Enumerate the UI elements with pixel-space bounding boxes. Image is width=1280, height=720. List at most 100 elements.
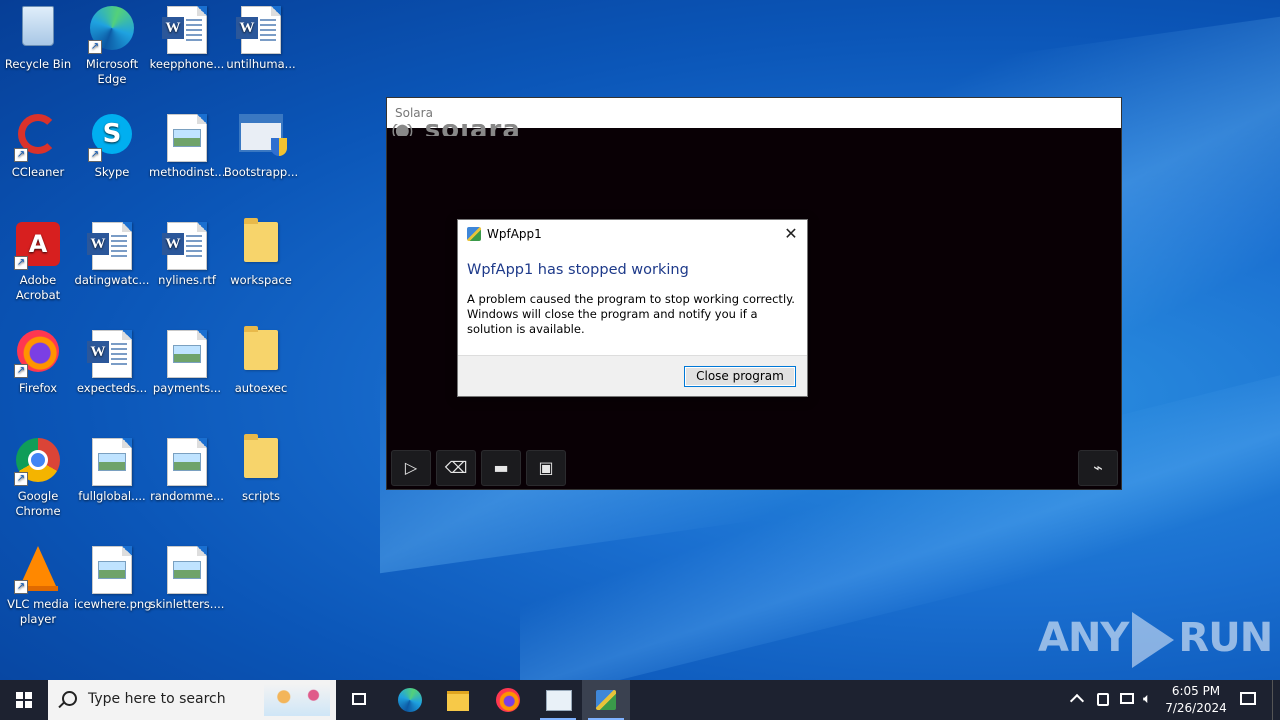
desktop-icon-word-doc[interactable]: W nylines.rtf [149, 216, 225, 288]
installer-shield-icon [237, 114, 287, 162]
desktop-icon-image-file[interactable]: methodinst... [149, 108, 225, 180]
clear-button[interactable]: ⌫ [436, 450, 476, 486]
desktop-icon-label: Adobe Acrobat [15, 273, 61, 302]
clock-date: 7/26/2024 [1165, 701, 1227, 715]
app-icon [467, 227, 481, 241]
desktop-icon-word-doc[interactable]: W untilhuma... [223, 0, 299, 72]
desktop-icon-folder[interactable]: scripts [223, 432, 299, 504]
desktop-icon-label: Recycle Bin [4, 57, 72, 71]
desktop-icon-label: Bootstrapp... [223, 165, 299, 179]
desktop-icon-google-chrome[interactable]: ↗ Google Chrome [0, 432, 76, 519]
desktop-icon-microsoft-edge[interactable]: ↗ Microsoft Edge [74, 0, 150, 87]
desktop-icon-image-file[interactable]: randomme... [149, 432, 225, 504]
folder-open-icon: ▬ [493, 458, 509, 477]
run-button[interactable]: ▷ [391, 450, 431, 486]
task-view-button[interactable] [336, 680, 384, 720]
open-file-button[interactable]: ▬ [481, 450, 521, 486]
device-icon [1097, 693, 1109, 706]
desktop-icon-skype[interactable]: S ↗ Skype [74, 108, 150, 180]
desktop-icon-word-doc[interactable]: W keepphone... [149, 0, 225, 72]
desktop-icon-label: workspace [230, 273, 292, 287]
start-button[interactable] [0, 680, 48, 720]
word-document-icon: W [162, 222, 211, 270]
taskbar-clock[interactable]: 6:05 PM 7/26/2024 [1160, 683, 1232, 717]
folder-icon [237, 218, 285, 270]
desktop-icon-label: methodinst... [149, 165, 226, 179]
desktop-icon-label: autoexec [234, 381, 288, 395]
show-desktop-button[interactable] [1272, 680, 1280, 720]
watermark-text: RUN [1178, 615, 1273, 661]
search-placeholder: Type here to search [88, 691, 226, 707]
solara-logo: ◉ solara [391, 124, 521, 136]
play-logo-icon [1132, 612, 1175, 668]
firefox-icon [496, 688, 520, 712]
dialog-main-instruction: WpfApp1 has stopped working [467, 262, 689, 278]
save-button[interactable]: ▣ [526, 450, 566, 486]
dialog-footer: Close program [458, 355, 807, 396]
desktop-icon-vlc[interactable]: ↗ VLC media player [0, 540, 76, 627]
wpfapp-icon [596, 690, 616, 710]
play-icon: ▷ [404, 458, 418, 477]
action-center-button[interactable] [1234, 680, 1262, 720]
adobe-acrobat-icon: A ↗ [14, 222, 62, 270]
desktop-icon-image-file[interactable]: skinletters.... [149, 540, 225, 612]
word-document-icon: W [236, 6, 285, 54]
ccleaner-icon: ↗ [14, 114, 62, 162]
network-button[interactable] [1116, 680, 1138, 720]
taskbar-firefox[interactable] [484, 680, 532, 720]
desktop-icon-label: Firefox [18, 381, 58, 395]
network-icon [1120, 693, 1134, 704]
desktop-icon-label: datingwatc... [74, 273, 150, 287]
desktop-icon-ccleaner[interactable]: ↗ CCleaner [0, 108, 76, 180]
desktop-icon-recycle-bin[interactable]: Recycle Bin [0, 0, 76, 72]
folder-icon [237, 326, 285, 378]
desktop-icon-image-file[interactable]: payments... [149, 324, 225, 396]
desktop-icon-image-file[interactable]: icewhere.png [74, 540, 151, 612]
eraser-icon: ⌫ [444, 458, 468, 477]
clock-time: 6:05 PM [1171, 684, 1221, 698]
desktop-icon-label: VLC media player [7, 597, 69, 626]
taskbar-search[interactable]: Type here to search [48, 680, 336, 720]
taskbar-wpfapp1[interactable] [582, 680, 630, 720]
desktop-icon-label: payments... [152, 381, 222, 395]
taskbar-edge[interactable] [386, 680, 434, 720]
task-view-icon [352, 693, 366, 705]
close-icon[interactable]: ✕ [781, 224, 801, 244]
desktop-icon-label: Skype [94, 165, 130, 179]
folder-icon [237, 434, 285, 486]
desktop-icon-word-doc[interactable]: W datingwatc... [74, 216, 150, 288]
anyrun-watermark: ANY RUN [1038, 612, 1273, 668]
desktop-icon-label: fullglobal.... [78, 489, 146, 503]
desktop-icon-folder[interactable]: workspace [223, 216, 299, 288]
desktop-icon-image-file[interactable]: fullglobal.... [74, 432, 150, 504]
image-file-icon [163, 438, 211, 486]
folder-icon [447, 691, 469, 711]
taskbar-file-explorer[interactable] [434, 680, 482, 720]
image-file-icon [163, 114, 211, 162]
desktop-icon-bootstrapper[interactable]: Bootstrapp... [223, 108, 299, 180]
notification-icon [1240, 692, 1256, 705]
desktop-icon-folder[interactable]: autoexec [223, 324, 299, 396]
tray-device-button[interactable] [1092, 680, 1114, 720]
word-document-icon: W [162, 6, 211, 54]
solara-app-icon [546, 690, 572, 711]
error-dialog[interactable]: WpfApp1 ✕ WpfApp1 has stopped working A … [457, 219, 808, 397]
desktop-icon-label: Google Chrome [15, 489, 61, 518]
chevron-up-icon [1069, 693, 1085, 709]
save-icon: ▣ [538, 458, 554, 477]
desktop-icon-firefox[interactable]: ↗ Firefox [0, 324, 76, 396]
desktop-icon-label: randomme... [150, 489, 224, 503]
desktop-icon-label: expecteds... [76, 381, 148, 395]
show-hidden-icons-button[interactable] [1068, 680, 1088, 720]
volume-button[interactable]: 🔈︎ [1140, 680, 1160, 720]
taskbar: Type here to search 🔈︎ 6:05 PM 7/26/2024 [0, 680, 1280, 720]
attach-button[interactable]: ⌁ [1078, 450, 1118, 486]
search-highlight-icon [264, 684, 330, 716]
close-program-button[interactable]: Close program [684, 366, 796, 387]
desktop-icon-word-doc[interactable]: W expecteds... [74, 324, 150, 396]
desktop-icon-adobe-acrobat[interactable]: A ↗ Adobe Acrobat [0, 216, 76, 303]
taskbar-solara[interactable] [534, 680, 582, 720]
desktop-icon-label: untilhuma... [226, 57, 296, 71]
image-file-icon [88, 438, 136, 486]
watermark-text: ANY [1038, 615, 1129, 661]
